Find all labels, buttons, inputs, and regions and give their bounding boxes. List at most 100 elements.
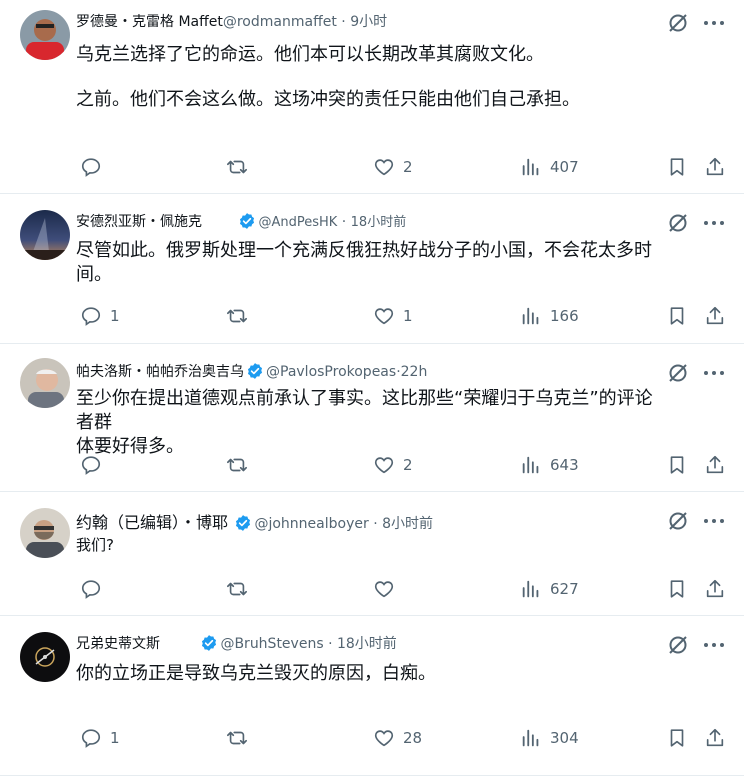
author-handle[interactable]: @BruhStevens <box>220 636 323 652</box>
views-button[interactable]: 304 <box>520 726 579 750</box>
views-button[interactable]: 166 <box>520 304 579 328</box>
share-button[interactable] <box>704 304 726 328</box>
more-icon[interactable] <box>702 509 726 533</box>
bookmark-button[interactable] <box>666 304 688 328</box>
post-1[interactable]: 罗德曼・克雷格 Maffet@rodmanmaffet · 9小时 乌克兰选择了… <box>0 0 744 194</box>
author-name[interactable]: 约翰（已编辑）・博耶 <box>76 513 228 532</box>
repost-button[interactable] <box>226 726 248 750</box>
heart-icon <box>374 581 394 598</box>
avatar[interactable] <box>20 210 70 260</box>
share-button[interactable] <box>704 155 726 179</box>
grok-icon[interactable] <box>666 509 690 533</box>
avatar[interactable] <box>20 508 70 558</box>
post-text-line: 我们? <box>76 536 114 554</box>
timestamp[interactable]: 18小时前 <box>351 215 407 230</box>
repost-button[interactable] <box>226 577 248 601</box>
repost-button[interactable] <box>226 453 248 477</box>
bookmark-button[interactable] <box>666 577 688 601</box>
repost-icon <box>227 582 247 596</box>
post-5[interactable]: 兄弟史蒂文斯 @BruhStevens · 18小时前 你的立场正是导致乌克兰毁… <box>0 616 744 776</box>
share-button[interactable] <box>704 577 726 601</box>
more-icon[interactable] <box>702 633 726 657</box>
author-name[interactable]: 安德烈亚斯・佩施克 <box>76 214 202 230</box>
views-icon <box>522 729 539 747</box>
repost-icon <box>227 458 247 472</box>
views-icon <box>522 158 539 176</box>
post-text: 至少你在提出道德观点前承认了事实。这比那些“荣耀归于乌克兰”的评论者群 体要好得… <box>76 387 664 459</box>
share-icon <box>706 306 724 325</box>
views-button[interactable]: 627 <box>520 577 579 601</box>
heart-icon <box>374 308 394 325</box>
author-handle[interactable]: @rodmanmaffet <box>223 14 337 30</box>
post-3[interactable]: 帕夫洛斯・帕帕乔治奥吉乌 @PavlosProkopeas·22h 至少你在提出道… <box>0 344 744 492</box>
like-button[interactable]: 28 <box>373 726 422 750</box>
like-button[interactable]: 1 <box>373 304 413 328</box>
reply-button[interactable] <box>80 453 110 477</box>
share-button[interactable] <box>704 453 726 477</box>
post-text-line: 至少你在提出道德观点前承认了事实。这比那些“荣耀归于乌克兰”的评论者群 <box>76 388 653 433</box>
post-2[interactable]: 安德烈亚斯・佩施克 @AndPesHK · 18小时前 尽管如此。俄罗斯处理一个… <box>0 194 744 344</box>
reply-button[interactable]: 1 <box>80 726 120 750</box>
repost-button[interactable] <box>226 304 248 328</box>
like-count: 2 <box>403 158 413 176</box>
like-button[interactable]: 2 <box>373 155 413 179</box>
author-handle[interactable]: @johnnealboyer <box>254 516 368 532</box>
bookmark-button[interactable] <box>666 453 688 477</box>
post-meta: 罗德曼・克雷格 Maffet@rodmanmaffet · 9小时 <box>76 11 387 31</box>
author-handle[interactable]: @PavlosProkopeas <box>266 364 396 380</box>
post-meta: 安德烈亚斯・佩施克 @AndPesHK · 18小时前 <box>76 211 406 231</box>
action-bar: 2 643 <box>0 453 744 477</box>
author-handle[interactable]: @AndPesHK <box>258 215 337 230</box>
bookmark-icon <box>670 158 684 176</box>
views-button[interactable]: 407 <box>520 155 579 179</box>
post-text: 乌克兰选择了它的命运。他们本可以长期改革其腐败文化。 之前。他们不会这么做。这场… <box>76 43 664 112</box>
more-icon[interactable] <box>702 361 726 385</box>
timestamp[interactable]: 8小时前 <box>382 516 433 532</box>
like-button[interactable] <box>373 577 403 601</box>
avatar[interactable] <box>20 632 70 682</box>
views-icon <box>522 580 539 598</box>
timestamp[interactable]: 22h <box>401 364 428 380</box>
like-count: 28 <box>403 729 423 747</box>
share-icon <box>706 455 724 474</box>
verified-badge-icon <box>247 363 263 379</box>
post-text-line: 乌克兰选择了它的命运。他们本可以长期改革其腐败文化。 <box>76 44 544 65</box>
post-text: 尽管如此。俄罗斯处理一个充满反俄狂热好战分子的小国，不会花太多时 间。 <box>76 239 664 287</box>
grok-icon[interactable] <box>666 211 690 235</box>
views-count: 627 <box>550 580 579 598</box>
verified-badge-icon <box>240 213 255 229</box>
avatar[interactable] <box>20 10 70 60</box>
reply-button[interactable] <box>80 155 110 179</box>
post-text-line: 间。 <box>76 264 112 285</box>
grok-icon[interactable] <box>666 361 690 385</box>
author-name[interactable]: 罗德曼・克雷格 Maffet <box>76 14 223 30</box>
reply-count: 1 <box>110 729 120 747</box>
reply-button[interactable] <box>80 577 110 601</box>
bookmark-icon <box>670 580 684 598</box>
timestamp[interactable]: 9小时 <box>350 14 387 30</box>
share-button[interactable] <box>704 726 726 750</box>
like-button[interactable]: 2 <box>373 453 413 477</box>
post-4[interactable]: 约翰（已编辑）・博耶 @johnnealboyer · 8小时前 我们? 627 <box>0 492 744 616</box>
grok-icon[interactable] <box>666 11 690 35</box>
bookmark-button[interactable] <box>666 155 688 179</box>
author-name[interactable]: 帕夫洛斯・帕帕乔治奥吉乌 <box>76 364 244 380</box>
reply-button[interactable]: 1 <box>80 304 120 328</box>
views-icon <box>522 456 539 474</box>
avatar[interactable] <box>20 358 70 408</box>
post-top-icons <box>666 509 726 533</box>
repost-button[interactable] <box>226 155 248 179</box>
heart-icon <box>374 457 394 474</box>
more-icon[interactable] <box>702 211 726 235</box>
more-icon[interactable] <box>702 11 726 35</box>
action-bar: 1 1 166 <box>0 304 744 328</box>
bookmark-icon <box>670 307 684 325</box>
views-button[interactable]: 643 <box>520 453 579 477</box>
post-top-icons <box>666 211 726 235</box>
bookmark-button[interactable] <box>666 726 688 750</box>
post-text: 你的立场正是导致乌克兰毁灭的原因，白痴。 <box>76 662 664 686</box>
post-meta: 约翰（已编辑）・博耶 @johnnealboyer · 8小时前 <box>76 509 433 533</box>
timestamp[interactable]: 18小时前 <box>337 636 397 652</box>
author-name[interactable]: 兄弟史蒂文斯 <box>76 636 160 652</box>
grok-icon[interactable] <box>666 633 690 657</box>
